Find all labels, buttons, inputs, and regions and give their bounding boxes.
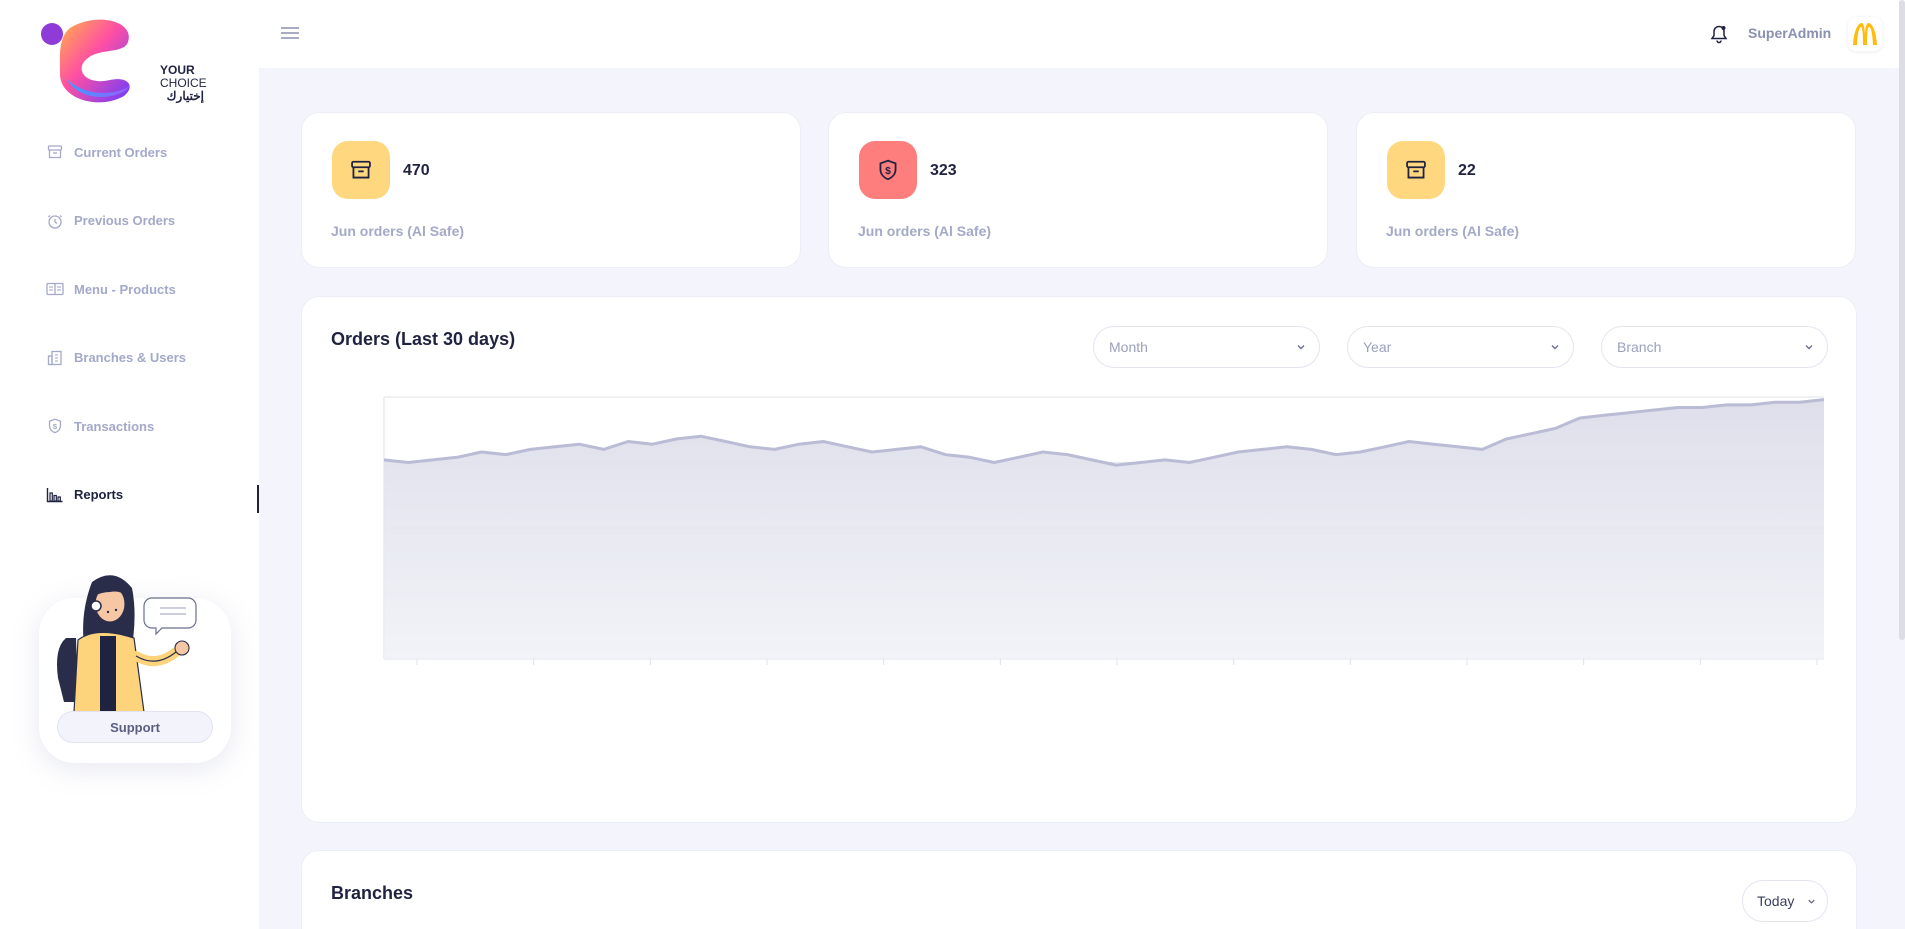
stat-value: 323	[930, 162, 957, 179]
sidebar-item-label: Branches & Users	[74, 350, 186, 366]
page-scrollbar[interactable]	[1899, 0, 1905, 640]
notification-bell-icon[interactable]	[1709, 24, 1729, 44]
clock-icon	[46, 212, 64, 230]
sidebar-nav: Current Orders Previous Orders Menu - Pr…	[0, 118, 259, 529]
support-button[interactable]: Support	[57, 711, 213, 743]
chart-area-fill	[384, 399, 1824, 659]
stat-icon-badge	[1387, 141, 1445, 199]
brand-name: YOUR CHOICE إختيارك	[160, 63, 207, 103]
sidebar: YOUR CHOICE إختيارك Current Orders Previ…	[0, 0, 259, 929]
restaurant-logo[interactable]	[1848, 17, 1882, 51]
top-header: SuperAdmin	[259, 0, 1905, 68]
brand-logo[interactable]: YOUR CHOICE إختيارك	[40, 16, 210, 104]
stat-value: 470	[403, 162, 430, 179]
sidebar-item-menu-products[interactable]: Menu - Products	[0, 255, 259, 324]
stat-label: Jun orders (Al Safe)	[1386, 223, 1520, 239]
hamburger-menu-icon[interactable]	[280, 25, 300, 41]
mcdonalds-logo-icon	[1853, 23, 1877, 45]
stat-icon-badge: $	[859, 141, 917, 199]
sidebar-item-label: Reports	[74, 487, 124, 503]
stat-label: Jun orders (Al Safe)	[858, 223, 992, 239]
sidebar-item-label: Transactions	[74, 418, 155, 434]
stat-value: 22	[1458, 162, 1476, 179]
sidebar-item-branches-users[interactable]: Branches & Users	[0, 324, 259, 393]
shield-dollar-icon: $	[879, 159, 897, 181]
archive-icon	[1406, 160, 1426, 179]
branches-card: Branches Today	[301, 850, 1857, 929]
period-select-value: Today	[1757, 893, 1795, 909]
sidebar-item-current-orders[interactable]: Current Orders	[0, 118, 259, 187]
period-select[interactable]: Today	[1742, 880, 1828, 922]
sidebar-item-label: Current Orders	[74, 144, 168, 160]
bar-chart-icon	[46, 486, 64, 504]
svg-text:$: $	[53, 422, 58, 431]
menu-book-icon	[46, 280, 64, 298]
sidebar-item-reports[interactable]: Reports	[0, 461, 259, 530]
sidebar-item-label: Previous Orders	[74, 213, 176, 229]
archive-icon	[351, 160, 371, 179]
user-name[interactable]: SuperAdmin	[1748, 25, 1831, 41]
stat-label: Jun orders (Al Safe)	[331, 223, 465, 239]
stat-icon-badge	[332, 141, 390, 199]
sidebar-item-label: Menu - Products	[74, 281, 176, 297]
sidebar-item-transactions[interactable]: $ Transactions	[0, 392, 259, 461]
chevron-down-icon	[1808, 899, 1815, 904]
stat-card: 22 Jun orders (Al Safe)	[1356, 112, 1856, 268]
archive-icon	[46, 143, 64, 161]
stat-card: $ 323 Jun orders (Al Safe)	[828, 112, 1328, 268]
shield-dollar-icon: $	[46, 417, 64, 435]
stat-card: 470 Jun orders (Al Safe)	[301, 112, 801, 268]
orders-chart-card: Orders (Last 30 days) Month Year Branch	[301, 296, 1857, 823]
support-agent-illustration	[57, 575, 197, 713]
orders-area-chart	[383, 396, 1825, 665]
svg-text:$: $	[885, 166, 891, 177]
sidebar-item-previous-orders[interactable]: Previous Orders	[0, 187, 259, 256]
building-icon	[46, 349, 64, 367]
branches-title: Branches	[331, 883, 414, 903]
